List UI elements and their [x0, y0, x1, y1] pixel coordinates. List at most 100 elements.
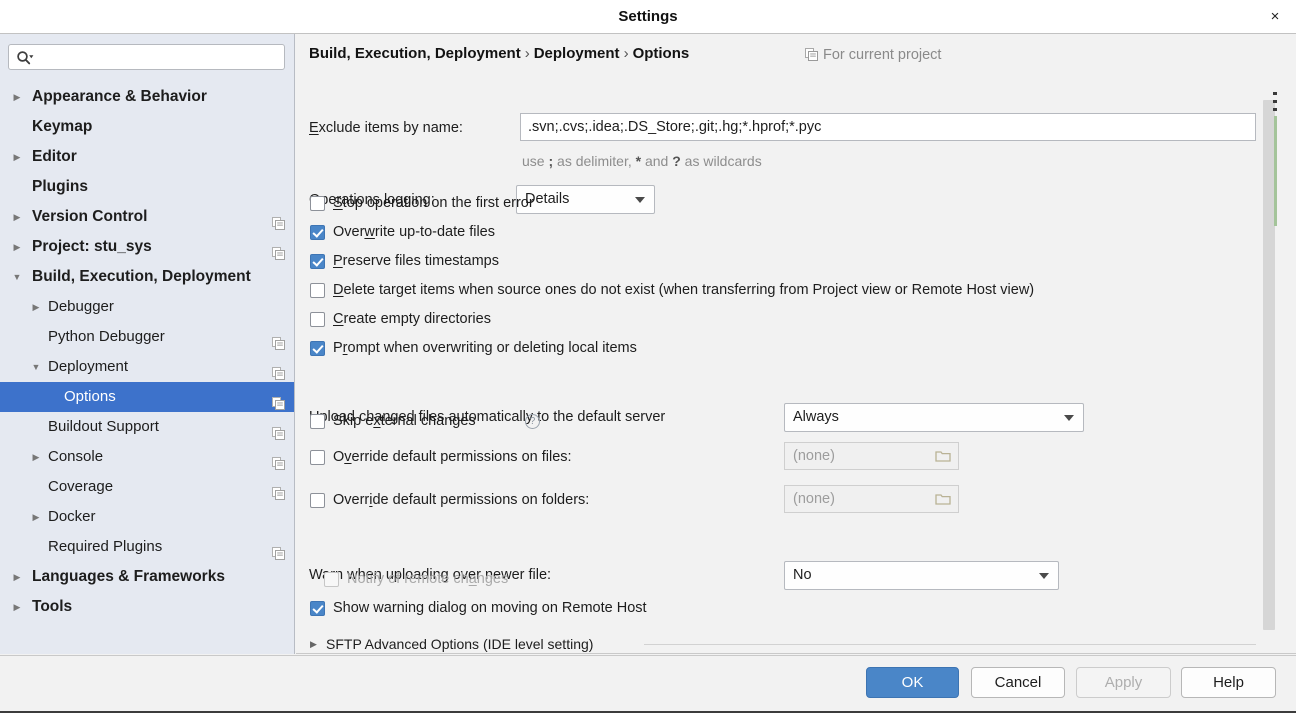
scrollbar-marker-2: [1273, 100, 1277, 103]
module-icon: [272, 211, 285, 224]
sidebar-item-label: Buildout Support: [48, 412, 159, 442]
module-icon: [272, 451, 285, 464]
checkbox-2[interactable]: [310, 254, 325, 269]
cb-post-1: rite up-to-date files: [375, 224, 495, 240]
breadcrumb-part-2[interactable]: Deployment: [534, 45, 620, 62]
sidebar-item-label: Build, Execution, Deployment: [32, 262, 251, 292]
override-files-checkbox[interactable]: [310, 450, 325, 465]
sidebar-item-build-execution-deployment[interactable]: ▼Build, Execution, Deployment: [0, 262, 295, 292]
breadcrumb-separator-2: ›: [620, 45, 633, 62]
chevron-right-icon[interactable]: ▶: [9, 562, 25, 592]
folder-icon: [935, 449, 951, 463]
help-icon[interactable]: ?: [525, 414, 540, 429]
search-input[interactable]: [37, 45, 282, 69]
operations-logging-dropdown[interactable]: Details: [516, 185, 655, 214]
sidebar-item-languages-frameworks[interactable]: ▶Languages & Frameworks: [0, 562, 295, 592]
ok-button[interactable]: OK: [866, 667, 959, 698]
chevron-right-icon[interactable]: ▶: [28, 442, 44, 472]
cb-post-0: top operation on the first error: [343, 195, 534, 211]
nrc-mnemonic: a: [469, 571, 477, 587]
folder-icon: [935, 492, 951, 506]
checkbox-label-1: Overwrite up-to-date files: [333, 222, 495, 243]
sidebar-item-tools[interactable]: ▶Tools: [0, 592, 295, 622]
sidebar-item-label: Deployment: [48, 352, 128, 382]
breadcrumb-part-1[interactable]: Build, Execution, Deployment: [309, 45, 521, 62]
sidebar-item-label: Plugins: [32, 172, 88, 202]
sidebar-item-deployment[interactable]: ▼Deployment: [0, 352, 295, 382]
skip-pre: Skip e: [333, 413, 373, 429]
sidebar-item-label: Console: [48, 442, 103, 472]
chevron-down-icon: [635, 197, 645, 203]
dialog-button-bar: OK Cancel Apply Help: [0, 655, 1296, 713]
sidebar-item-label: Debugger: [48, 292, 114, 322]
sidebar-item-options[interactable]: Options: [0, 382, 295, 412]
ovf-pre: O: [333, 449, 344, 465]
nrc-pre: Notify of remote ch: [347, 571, 469, 587]
help-button[interactable]: Help: [1181, 667, 1276, 698]
cb-mnemonic-2: P: [333, 253, 343, 269]
checkbox-0[interactable]: [310, 196, 325, 211]
cb-pre-5: P: [333, 340, 343, 356]
chevron-right-icon: ▶: [310, 634, 322, 654]
sidebar-item-label: Docker: [48, 502, 96, 532]
chevron-down-icon[interactable]: ▼: [28, 352, 44, 382]
chevron-right-icon[interactable]: ▶: [28, 502, 44, 532]
checkbox-4[interactable]: [310, 312, 325, 327]
sidebar-item-buildout-support[interactable]: Buildout Support: [0, 412, 295, 442]
chevron-right-icon[interactable]: ▶: [9, 592, 25, 622]
cb-mnemonic-1: w: [364, 224, 374, 240]
exclude-items-label: Exclude items by name:: [309, 120, 463, 136]
sidebar-item-appearance-behavior[interactable]: ▶Appearance & Behavior: [0, 82, 295, 112]
chevron-right-icon[interactable]: ▶: [9, 142, 25, 172]
exclude-items-hint: use ; as delimiter, * and ? as wildcards: [522, 153, 762, 169]
sidebar-item-debugger[interactable]: ▶Debugger: [0, 292, 295, 322]
checkbox-1[interactable]: [310, 225, 325, 240]
skip-external-changes-label: Skip external changes: [333, 411, 476, 432]
content-bottom-divider: [296, 653, 1296, 654]
sidebar-item-label: Options: [64, 382, 116, 412]
sidebar-item-console[interactable]: ▶Console: [0, 442, 295, 472]
scrollbar-markers: [1273, 72, 1277, 654]
chevron-right-icon[interactable]: ▶: [28, 292, 44, 322]
exclude-items-input[interactable]: .svn;.cvs;.idea;.DS_Store;.git;.hg;*.hpr…: [520, 113, 1256, 141]
sidebar-item-label: Tools: [32, 592, 72, 622]
warn-newer-file-dropdown[interactable]: No: [784, 561, 1059, 590]
hint-e: and: [641, 153, 672, 169]
ovd-pre: Overr: [333, 492, 369, 508]
sidebar-item-project-stu-sys[interactable]: ▶Project: stu_sys: [0, 232, 295, 262]
sidebar-item-editor[interactable]: ▶Editor: [0, 142, 295, 172]
breadcrumb-part-3: Options: [633, 45, 690, 62]
sidebar-item-coverage[interactable]: Coverage: [0, 472, 295, 502]
chevron-right-icon[interactable]: ▶: [9, 232, 25, 262]
show-warning-dialog-checkbox[interactable]: [310, 601, 325, 616]
override-folders-checkbox[interactable]: [310, 493, 325, 508]
search-icon: [16, 50, 34, 66]
search-field-wrapper[interactable]: [8, 44, 285, 70]
cancel-button[interactable]: Cancel: [971, 667, 1065, 698]
sidebar-item-plugins[interactable]: Plugins: [0, 172, 295, 202]
checkbox-5[interactable]: [310, 341, 325, 356]
chevron-down-icon[interactable]: ▼: [9, 262, 25, 292]
sidebar-item-label: Required Plugins: [48, 532, 162, 562]
sidebar-item-version-control[interactable]: ▶Version Control: [0, 202, 295, 232]
sidebar-item-keymap[interactable]: Keymap: [0, 112, 295, 142]
sidebar-item-required-plugins[interactable]: Required Plugins: [0, 532, 295, 562]
chevron-right-icon[interactable]: ▶: [9, 82, 25, 112]
module-icon: [272, 391, 285, 404]
checkbox-3[interactable]: [310, 283, 325, 298]
scrollbar-marker-3: [1273, 108, 1277, 111]
sidebar-item-docker[interactable]: ▶Docker: [0, 502, 295, 532]
show-warning-dialog-label: Show warning dialog on moving on Remote …: [333, 598, 647, 619]
skip-external-changes-checkbox[interactable]: [310, 414, 325, 429]
sidebar-item-python-debugger[interactable]: Python Debugger: [0, 322, 295, 352]
chevron-right-icon[interactable]: ▶: [9, 202, 25, 232]
settings-sidebar: ▶Appearance & BehaviorKeymap▶EditorPlugi…: [0, 34, 295, 654]
override-files-label: Override default permissions on files:: [333, 447, 572, 468]
hint-a: use: [522, 153, 548, 169]
upload-changed-files-dropdown[interactable]: Always: [784, 403, 1084, 432]
scrollbar-marker-green: [1274, 116, 1277, 226]
module-icon: [272, 331, 285, 344]
hint-g: as wildcards: [681, 153, 762, 169]
close-icon[interactable]: ×: [1262, 0, 1288, 33]
sidebar-item-label: Version Control: [32, 202, 147, 232]
